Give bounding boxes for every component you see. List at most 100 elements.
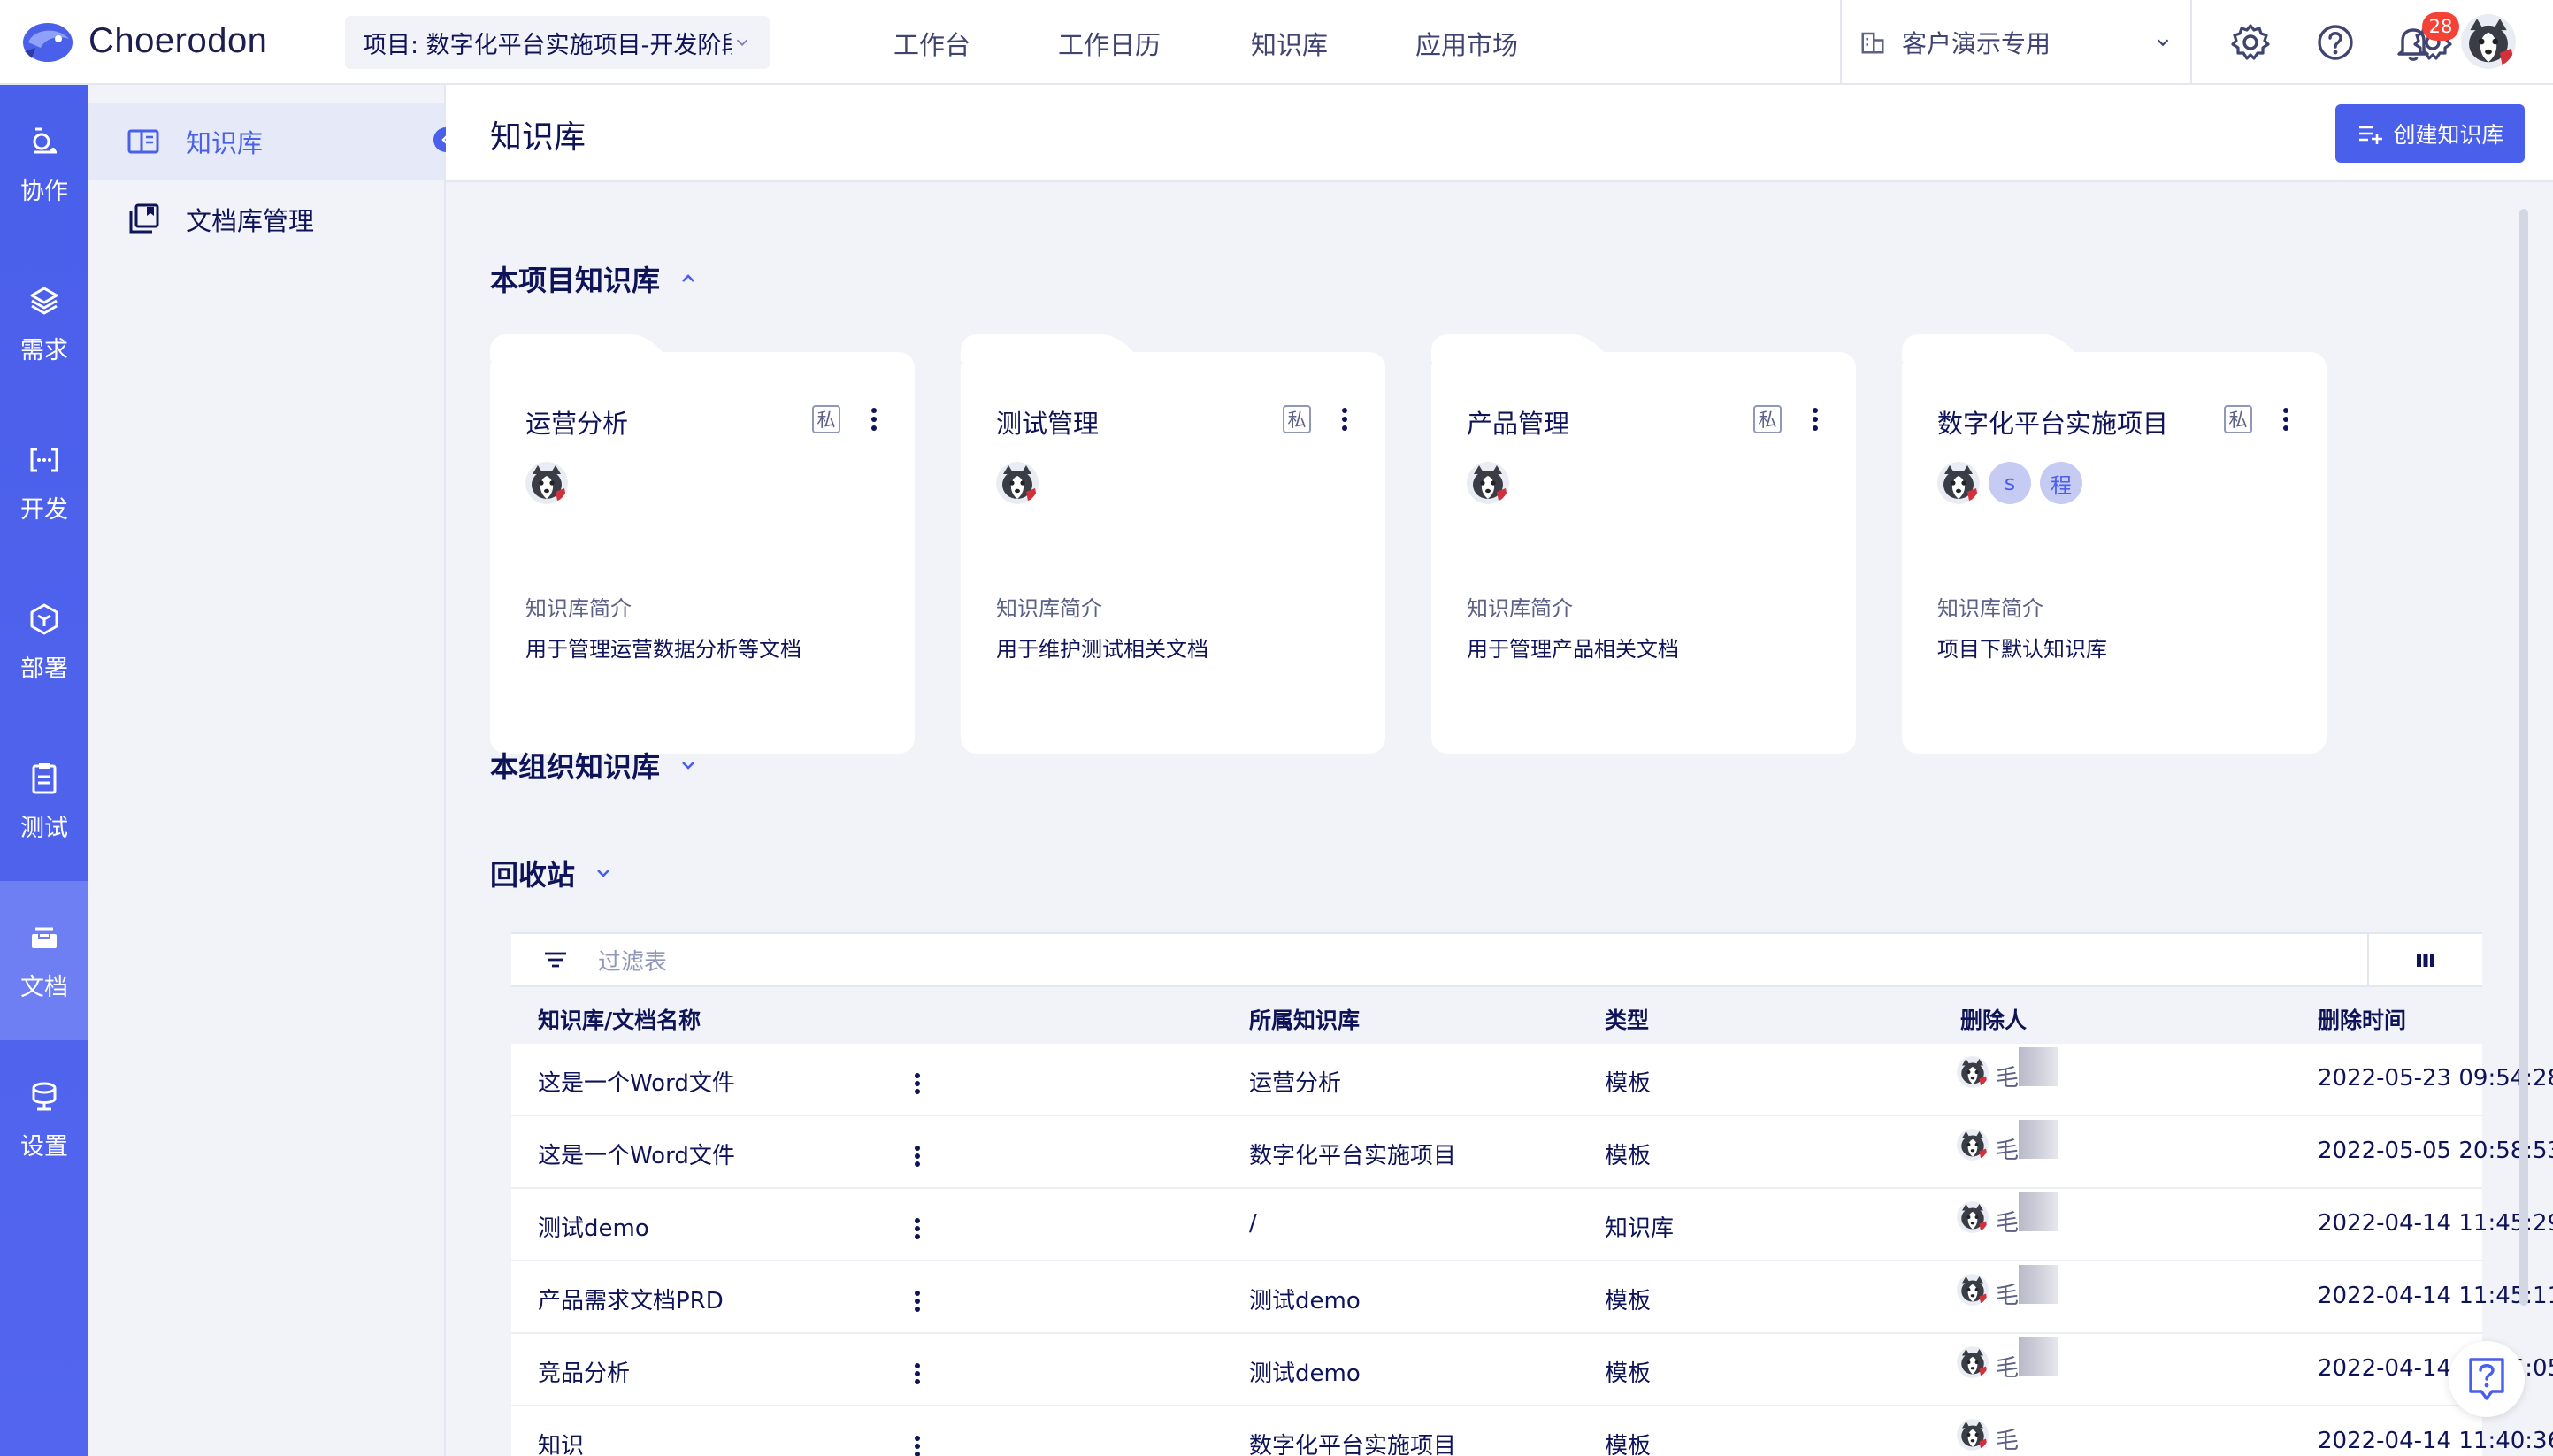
filter-icon[interactable] xyxy=(540,944,571,976)
section-title-label: 本组织知识库 xyxy=(490,750,661,784)
deleter-avatar xyxy=(1957,1056,1989,1088)
card-title: 运营分析 xyxy=(525,409,629,439)
sidemenu-item-label: 知识库 xyxy=(186,128,264,158)
nav-work-calendar[interactable]: 工作日历 xyxy=(1058,25,1161,62)
create-knowledge-base-label: 创建知识库 xyxy=(2393,122,2504,148)
card-description: 用于管理产品相关文档 xyxy=(1467,637,1679,662)
column-settings-button[interactable] xyxy=(2367,934,2482,987)
card-members: s 程 xyxy=(1937,462,2091,504)
more-vertical-icon[interactable] xyxy=(2281,405,2291,433)
more-vertical-icon[interactable] xyxy=(913,1360,922,1387)
rail-item-label: 协作 xyxy=(20,177,68,205)
rail-item-label: 测试 xyxy=(20,814,68,842)
sidemenu-item-doc-library[interactable]: 文档库管理 xyxy=(88,180,444,258)
chevron-up-icon xyxy=(682,274,694,282)
notification-count-badge: 28 xyxy=(2422,12,2459,41)
more-vertical-icon[interactable] xyxy=(913,1143,922,1169)
rail-item-develop[interactable]: 开发 xyxy=(0,403,88,563)
cell-deleter: 毛 xyxy=(1957,1265,2058,1310)
library-icon xyxy=(129,203,159,234)
cell-deleter: 毛 xyxy=(1957,1410,2019,1455)
table-row[interactable]: 测试demo / 知识库 毛 2022-04-14 11:45:29 xyxy=(511,1189,2553,1261)
layers-icon xyxy=(30,287,58,314)
cell-type: 模板 xyxy=(1605,1288,1652,1314)
create-knowledge-base-button[interactable]: 创建知识库 xyxy=(2335,104,2525,163)
help-icon[interactable] xyxy=(2314,21,2357,64)
rail-item-collab[interactable]: 协作 xyxy=(0,85,88,244)
more-vertical-icon[interactable] xyxy=(913,1433,922,1456)
settings-icon[interactable] xyxy=(2229,21,2272,64)
member-avatar xyxy=(996,462,1039,504)
more-vertical-icon[interactable] xyxy=(869,405,879,433)
table-row[interactable]: 知识 数字化平台实施项目 模板 毛 2022-04-14 11:40:36 xyxy=(511,1406,2553,1456)
column-header-time[interactable]: 删除时间 xyxy=(2318,1003,2406,1035)
column-header-type[interactable]: 类型 xyxy=(1605,1003,1649,1035)
section-title-label: 本项目知识库 xyxy=(490,264,661,297)
knowledge-card[interactable]: 数字化平台实施项目 私 s 程 知识库简介 项目下默认知识库 xyxy=(1902,334,2327,754)
help-floating-button[interactable] xyxy=(2449,1341,2525,1417)
knowledge-card[interactable]: 产品管理 私 知识库简介 用于管理产品相关文档 xyxy=(1431,334,1856,754)
section-project-knowledge[interactable]: 本项目知识库 xyxy=(490,258,699,299)
section-org-knowledge[interactable]: 本组织知识库 xyxy=(490,745,699,785)
columns-icon xyxy=(2417,954,2434,967)
column-header-deleter[interactable]: 删除人 xyxy=(1960,1003,2027,1035)
page-scrollbar[interactable] xyxy=(2519,209,2528,1306)
chevron-down-icon xyxy=(597,870,610,877)
nav-knowledge-base[interactable]: 知识库 xyxy=(1251,25,1328,62)
table-row[interactable]: 这是一个Word文件 运营分析 模板 毛 2022-05-23 09:54:28 xyxy=(511,1044,2553,1116)
knowledge-card[interactable]: 测试管理 私 知识库简介 用于维护测试相关文档 xyxy=(961,334,1385,754)
user-avatar[interactable] xyxy=(2461,14,2516,69)
chevron-down-icon xyxy=(2157,39,2169,47)
cell-type: 模板 xyxy=(1605,1070,1652,1097)
card-body: 产品管理 私 知识库简介 用于管理产品相关文档 xyxy=(1431,352,1856,754)
more-vertical-icon[interactable] xyxy=(1339,405,1350,433)
clipboard-icon xyxy=(32,762,57,793)
cell-name: 产品需求文档PRD xyxy=(538,1288,724,1314)
more-vertical-icon[interactable] xyxy=(913,1070,922,1097)
cell-time: 2022-05-23 09:54:28 xyxy=(2318,1065,2553,1092)
deleter-name: 毛 xyxy=(1996,1355,2020,1382)
card-members xyxy=(525,462,577,504)
organization-select[interactable]: 客户演示专用 xyxy=(1840,0,2192,85)
cell-deleter: 毛 xyxy=(1957,1047,2058,1092)
member-avatar xyxy=(525,462,568,504)
deleter-avatar xyxy=(1957,1129,1989,1161)
knowledge-card[interactable]: 运营分析 私 知识库简介 用于管理运营数据分析等文档 xyxy=(490,334,915,754)
more-vertical-icon[interactable] xyxy=(913,1288,922,1314)
main-content: 知识库 创建知识库 本项目知识库 运营分析 私 知识库简介 用于管理运营数据分析… xyxy=(446,85,2553,1456)
more-vertical-icon[interactable] xyxy=(1810,405,1821,433)
rail-item-docs[interactable]: 文档 xyxy=(0,881,88,1040)
table-row[interactable]: 产品需求文档PRD 测试demo 模板 毛 2022-04-14 11:45:1… xyxy=(511,1261,2553,1334)
member-avatar xyxy=(1937,462,1980,504)
rail-item-deploy[interactable]: 部署 xyxy=(0,563,88,722)
card-title: 产品管理 xyxy=(1467,409,1570,439)
card-body: 测试管理 私 知识库简介 用于维护测试相关文档 xyxy=(961,352,1385,754)
table-row[interactable]: 这是一个Word文件 数字化平台实施项目 模板 毛 2022-05-05 20:… xyxy=(511,1116,2553,1189)
project-select[interactable]: 项目: 数字化平台实施项目-开发阶段 xyxy=(345,16,770,69)
more-vertical-icon[interactable] xyxy=(913,1215,922,1242)
section-recycle-bin[interactable]: 回收站 xyxy=(490,853,614,893)
column-header-name[interactable]: 知识库/文档名称 xyxy=(538,1003,701,1035)
member-avatar: 程 xyxy=(2040,462,2082,504)
rail-item-test[interactable]: 测试 xyxy=(0,722,88,881)
nav-app-market[interactable]: 应用市场 xyxy=(1415,25,1518,62)
husky-avatar-icon xyxy=(1957,1129,1989,1161)
filter-input[interactable]: 过滤表 xyxy=(598,944,667,977)
redacted-name-block xyxy=(2019,1265,2058,1304)
cell-name: 竞品分析 xyxy=(538,1360,631,1387)
inbox-icon xyxy=(32,927,57,948)
husky-avatar-icon xyxy=(1957,1346,1989,1378)
cell-kb: 数字化平台实施项目 xyxy=(1249,1433,1457,1456)
husky-avatar-icon xyxy=(1467,462,1509,504)
private-badge: 私 xyxy=(2224,405,2252,433)
table-row[interactable]: 竞品分析 测试demo 模板 毛 2022-04-14 11:45:05 xyxy=(511,1334,2553,1406)
app-logo[interactable]: Choerodon xyxy=(19,16,267,65)
column-header-kb[interactable]: 所属知识库 xyxy=(1249,1003,1360,1035)
redacted-name-block xyxy=(2019,1337,2058,1376)
nav-workbench[interactable]: 工作台 xyxy=(893,25,970,62)
rail-item-requirements[interactable]: 需求 xyxy=(0,244,88,403)
choerodon-logo-icon xyxy=(23,23,73,62)
redacted-name-block xyxy=(2019,1047,2058,1086)
rail-item-settings[interactable]: 设置 xyxy=(0,1040,88,1199)
sidemenu-item-knowledge-base[interactable]: 知识库 xyxy=(88,103,444,180)
